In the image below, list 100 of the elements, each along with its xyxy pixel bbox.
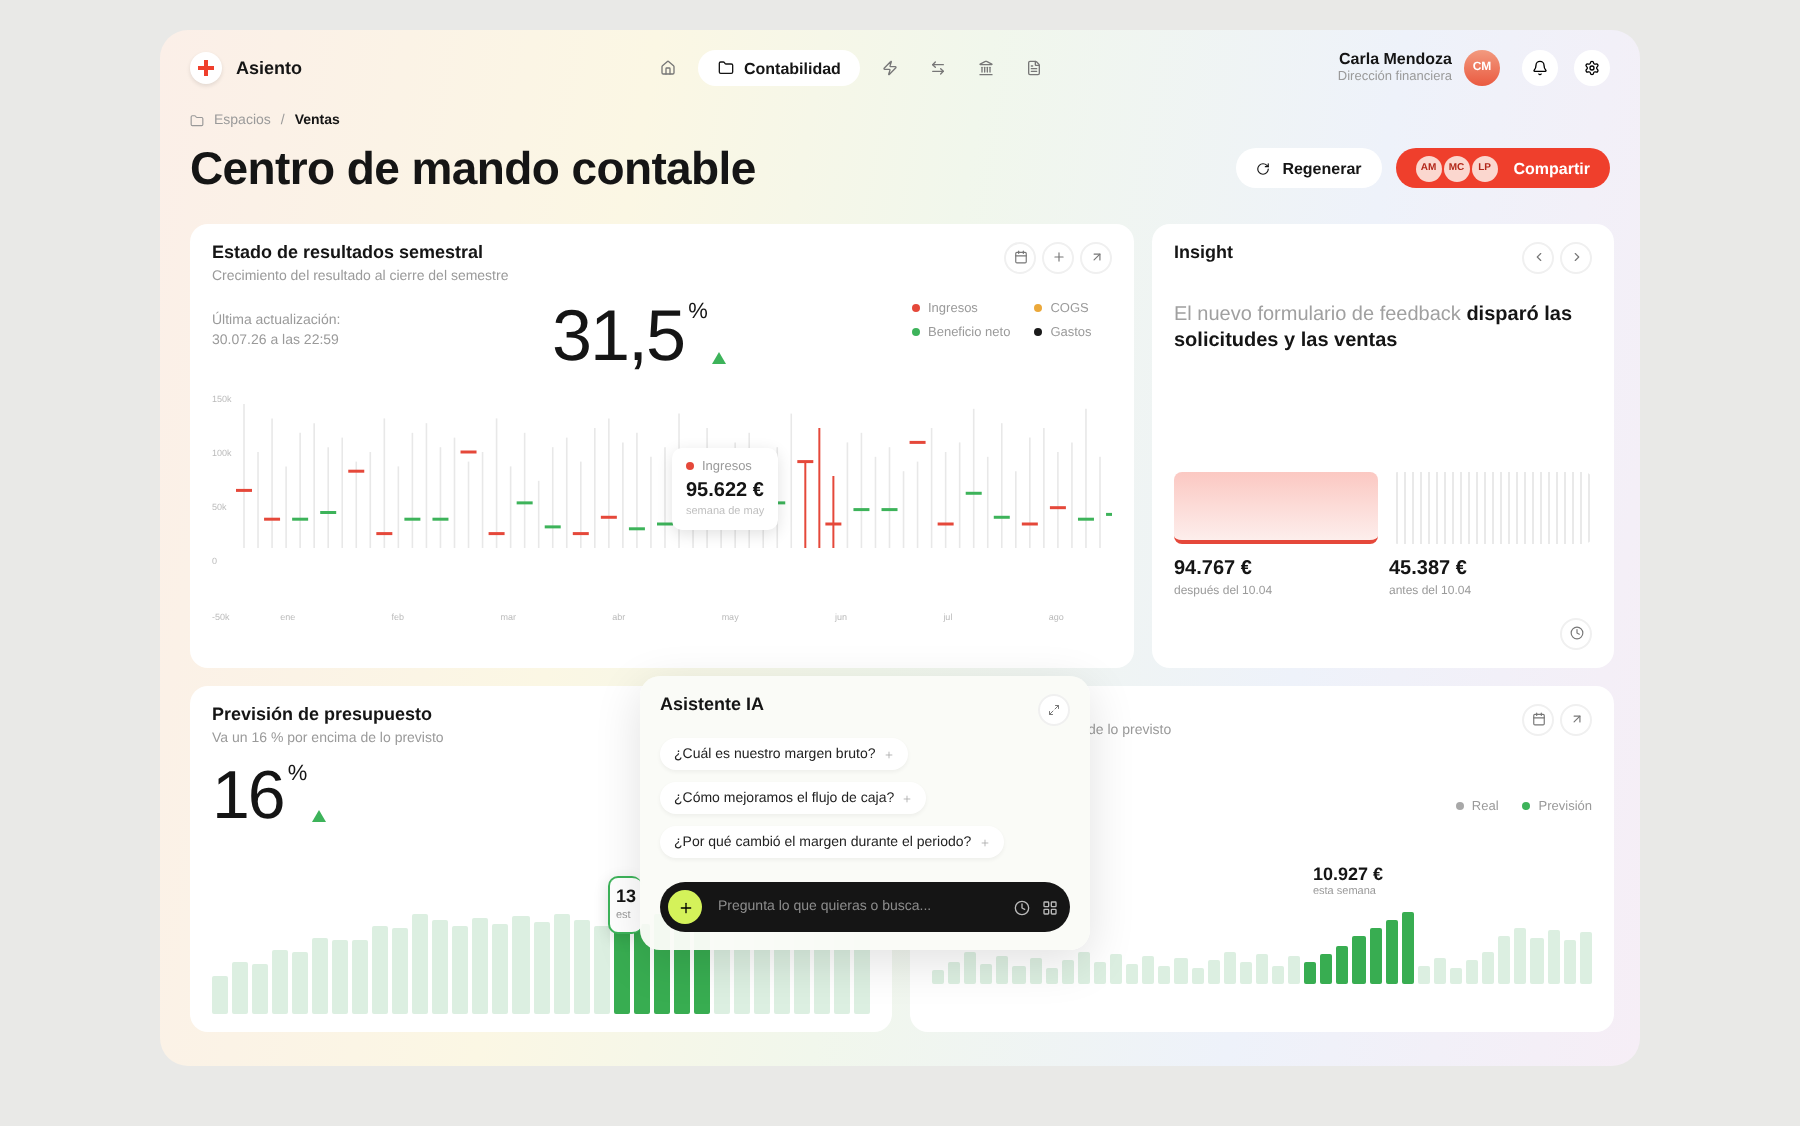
budget-bar xyxy=(512,915,529,1014)
budget-bar xyxy=(593,925,610,1014)
forecast-bar xyxy=(1482,951,1495,985)
budget-bar xyxy=(492,924,509,1014)
chevron-left-icon xyxy=(1531,250,1545,265)
history-button[interactable] xyxy=(1560,617,1592,650)
unit-label: % xyxy=(688,299,708,324)
grid-icon[interactable] xyxy=(1042,899,1058,915)
forecast-value: 10.927 € xyxy=(1312,863,1384,884)
document-icon xyxy=(1026,60,1043,76)
forecast-bar xyxy=(1563,939,1576,985)
forecast-bar xyxy=(1579,931,1592,985)
forecast-bar xyxy=(1110,953,1123,985)
forecast-bar xyxy=(1352,936,1366,985)
calendar-icon xyxy=(1013,250,1027,265)
budget-bar xyxy=(212,976,229,1014)
forecast-bar xyxy=(1239,962,1252,985)
tooltip-dot xyxy=(686,462,694,471)
forecast-bar xyxy=(1304,961,1317,985)
forecast-bar xyxy=(1466,959,1479,985)
forecast-bar xyxy=(1417,965,1430,985)
regenerate-button[interactable]: Regenerar xyxy=(1236,148,1382,189)
tooltip-value: 95.622 € xyxy=(686,479,765,502)
folder-icon xyxy=(718,60,734,76)
budget-bar xyxy=(452,926,469,1014)
history-icon[interactable] xyxy=(1014,899,1030,915)
forecast-bar xyxy=(1547,929,1560,985)
notifications-button[interactable] xyxy=(1522,50,1558,86)
refresh-icon xyxy=(1256,161,1271,176)
insight-text: El nuevo formulario de feedback disparó las solicitudes y las ventas xyxy=(1174,301,1575,356)
home-icon xyxy=(660,60,676,76)
clock-icon xyxy=(1569,626,1583,641)
forecast-bar xyxy=(1450,968,1463,985)
forecast-bar xyxy=(1174,958,1187,985)
folder-icon xyxy=(190,114,204,129)
forecast-bar xyxy=(1126,964,1139,985)
forecast-bar xyxy=(1029,957,1042,985)
expand-button[interactable] xyxy=(1560,703,1592,736)
bell-icon xyxy=(1532,60,1548,76)
budget-bar xyxy=(332,939,349,1014)
forecast-bar xyxy=(1207,960,1220,985)
budget-bar xyxy=(553,913,570,1014)
forecast-bar xyxy=(1320,953,1333,985)
user-name: Carla Mendoza xyxy=(1339,49,1452,68)
budget-bar xyxy=(372,926,389,1014)
arrow-up-right-icon xyxy=(1089,250,1103,265)
forecast-bar xyxy=(1514,927,1527,985)
lightning-icon xyxy=(882,60,899,76)
settings-icon xyxy=(1584,60,1600,76)
forecast-bar xyxy=(1077,951,1090,985)
forecast-bar xyxy=(1401,911,1414,985)
forecast-bar xyxy=(1433,957,1446,985)
settings-button[interactable] xyxy=(1574,50,1610,86)
forecast-bar xyxy=(1336,945,1349,985)
forecast-bar xyxy=(1385,920,1398,985)
unit-label: % xyxy=(287,761,308,786)
budget-bar xyxy=(472,918,489,1014)
forecast-bar xyxy=(1061,959,1074,985)
forecast-bar xyxy=(980,963,993,985)
budget-bar xyxy=(392,928,409,1014)
budget-bar xyxy=(412,914,429,1014)
forecast-bar xyxy=(996,955,1009,985)
card-title: Insight xyxy=(1174,241,1233,262)
arrows-icon xyxy=(930,60,947,76)
nav-tab[interactable]: Contabilidad xyxy=(698,50,861,86)
budget-bar xyxy=(432,920,449,1014)
forecast-bar xyxy=(1012,965,1026,985)
card-title: Estado de resultados semestral xyxy=(212,241,484,262)
plus-icon xyxy=(902,793,913,803)
before-value: 45.387 € xyxy=(1389,558,1469,581)
panel-title: Asistente IA xyxy=(660,694,765,714)
expand-button[interactable] xyxy=(1080,241,1112,274)
forecast-bar xyxy=(1223,952,1236,985)
page-title: Centro de mando contable xyxy=(190,141,756,196)
plus-icon xyxy=(677,899,693,915)
forecast-bar xyxy=(1530,937,1544,985)
forecast-bar xyxy=(1271,965,1285,985)
calendar-button[interactable] xyxy=(1004,241,1036,274)
trend-up-icon xyxy=(711,351,726,364)
chevron-right-icon xyxy=(1569,250,1583,265)
app-name: Asiento xyxy=(236,58,303,78)
growth-value: 31,5 xyxy=(552,299,685,372)
calendar-button[interactable] xyxy=(1522,703,1554,736)
budget-bar xyxy=(573,919,590,1014)
forecast-bar xyxy=(1369,928,1382,985)
budget-value: 16 xyxy=(212,761,284,830)
calendar-icon xyxy=(1531,712,1545,727)
forecast-bar xyxy=(1045,968,1058,985)
budget-bar xyxy=(252,964,269,1014)
budget-bar xyxy=(312,937,329,1014)
forecast-bar xyxy=(1191,968,1204,985)
forecast-bar xyxy=(1158,966,1171,985)
budget-bar xyxy=(292,951,309,1014)
tooltip-value: 13 xyxy=(616,885,637,906)
forecast-bar xyxy=(1142,955,1155,985)
forecast-bar xyxy=(932,969,945,985)
plus-icon xyxy=(1051,250,1065,265)
forecast-bar xyxy=(1498,935,1511,985)
forecast-bar xyxy=(1288,956,1301,985)
add-button[interactable] xyxy=(668,890,702,924)
